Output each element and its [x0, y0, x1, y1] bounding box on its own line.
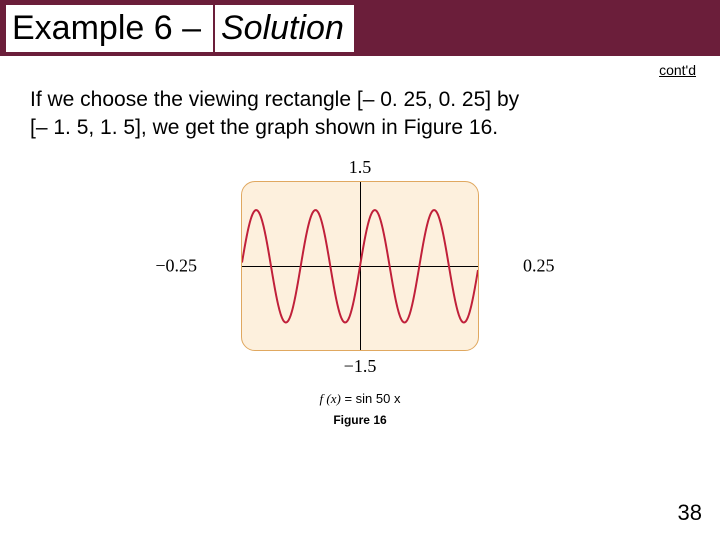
sine-curve	[242, 182, 478, 351]
y-tick-top: 1.5	[349, 157, 372, 178]
body-line-1: If we choose the viewing rectangle [– 0.…	[30, 86, 690, 114]
figure-caption: Figure 16	[333, 413, 386, 427]
title-bar: Example 6 – Solution	[0, 0, 720, 56]
page-number: 38	[678, 500, 702, 526]
chart: 1.5 −1.5 −0.25 0.25	[205, 161, 515, 371]
continued-label: cont'd	[659, 62, 696, 78]
title-solution: Solution	[215, 5, 354, 52]
x-tick-left: −0.25	[155, 255, 197, 276]
body-text: If we choose the viewing rectangle [– 0.…	[0, 56, 720, 143]
plot-box	[241, 181, 479, 351]
y-tick-bottom: −1.5	[344, 356, 377, 377]
x-tick-right: 0.25	[523, 255, 555, 276]
function-fx: f (x)	[320, 391, 341, 406]
function-rest: = sin 50 x	[341, 391, 401, 406]
function-label: f (x) = sin 50 x	[320, 391, 401, 407]
figure: 1.5 −1.5 −0.25 0.25 f (x) = sin 50 x Fig…	[0, 161, 720, 427]
title-example: Example 6 –	[6, 5, 213, 52]
body-line-2: [– 1. 5, 1. 5], we get the graph shown i…	[30, 114, 690, 142]
